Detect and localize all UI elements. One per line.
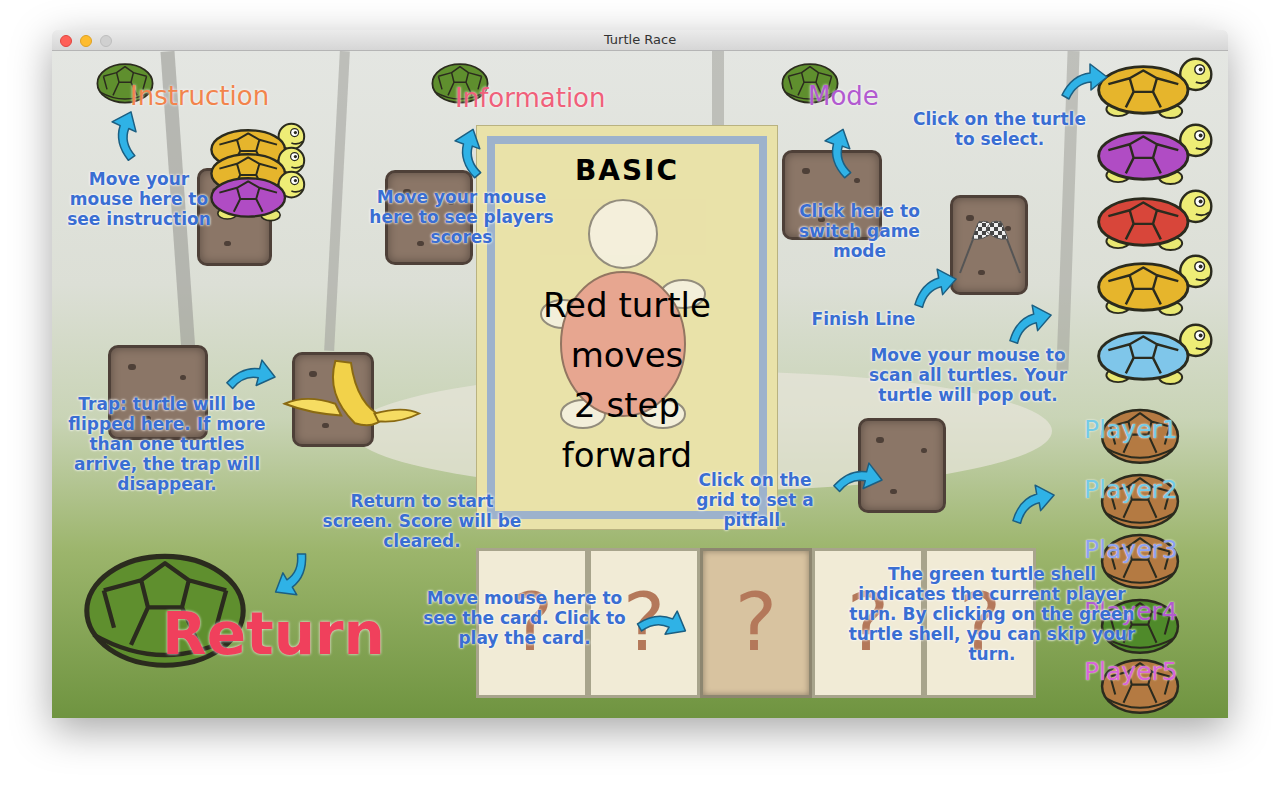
return-label[interactable]: Return [162,601,385,667]
hint-text: Trap: turtle will be flipped here. If mo… [62,394,272,494]
card-text: moves [571,330,684,380]
menu-label[interactable]: Information [455,83,606,113]
close-button[interactable] [60,35,72,47]
hint-text: The green turtle shell indicates the cur… [847,564,1137,664]
turtle-icon[interactable] [1088,53,1220,121]
game-canvas: Instruction Information Mode BASIC Red turtl… [52,51,1228,718]
hint-text: Move mouse here to see the card. Click t… [422,588,627,648]
zoom-button[interactable] [100,35,112,47]
finish-flag-icon [950,215,1030,275]
hint-text: Click here to switch game mode [792,201,927,261]
title-bar: Turtle Race [52,30,1228,51]
app-window: Turtle Race Instruction Information Mode BAS… [52,30,1228,718]
card-text: Red turtle [543,280,711,330]
arrow-icon [261,547,327,609]
arrow-icon [221,347,282,401]
player-label: Player2 [1084,475,1178,505]
arrow-icon [94,102,154,167]
hint-text: Move your mouse to scan all turtles. You… [848,345,1088,405]
tree-trunk [324,51,350,351]
hint-text: Return to start screen. Score will be cl… [322,491,522,551]
player-label: Player1 [1084,415,1178,445]
window-title: Turtle Race [604,30,676,50]
menu-label[interactable]: Mode [808,81,879,111]
arrow-icon [1058,59,1110,101]
card-title: BASIC [575,150,679,192]
screen: Turtle Race Instruction Information Mode BAS… [0,0,1280,793]
board-stone[interactable] [950,195,1028,295]
hint-text: Move your mouse here to see instruction [64,169,214,229]
hand-card[interactable]: ? [700,548,812,698]
turtle-icon[interactable] [1088,319,1220,387]
menu-label[interactable]: Instruction [130,81,269,111]
card-text: forward [562,430,692,480]
card-text: 2 step [574,380,680,430]
turtle-icon [202,167,312,223]
banana-peel-icon [275,355,425,433]
turtle-icon[interactable] [1088,119,1220,187]
turtle-icon[interactable] [1088,250,1220,318]
arrow-icon [1003,477,1062,527]
event-card: BASIC Red turtlemoves2 stepforward [476,125,778,530]
arrow-icon [1000,297,1059,347]
hint-text: Finish Line [796,309,931,329]
hint-text: Click on the grid to set a pitfall. [680,470,830,530]
arrow-icon [905,261,964,311]
hint-text: Move your mouse here to see players scor… [354,187,569,247]
turtle-icon[interactable] [1088,185,1220,253]
minimize-button[interactable] [80,35,92,47]
player-label: Player5 [1084,657,1178,687]
player-label: Player3 [1084,535,1178,565]
hint-text: Click on the turtle to select. [907,109,1092,149]
